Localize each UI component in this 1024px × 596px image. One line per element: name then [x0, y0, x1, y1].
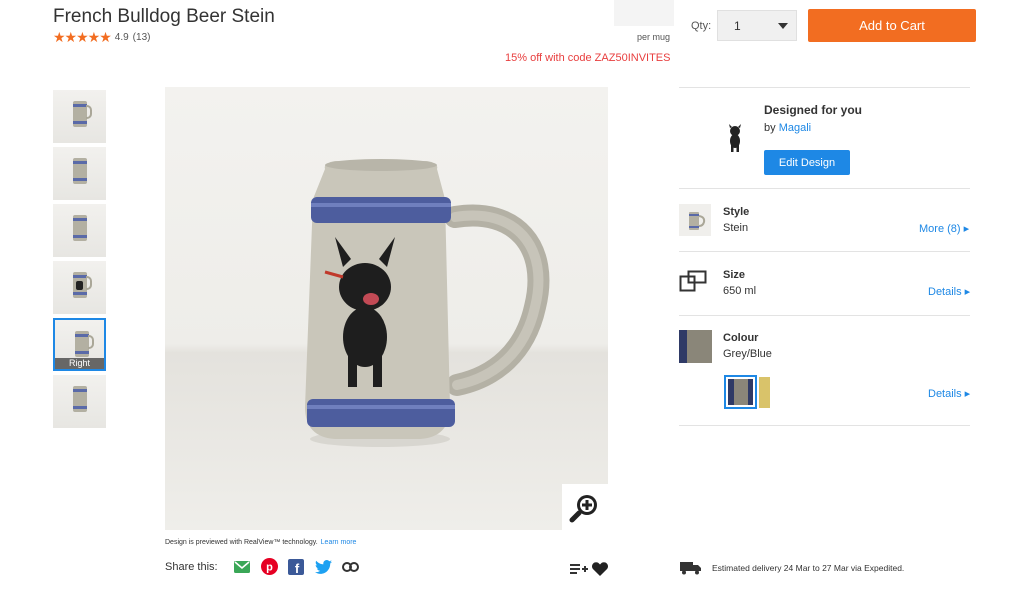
divider: [679, 188, 970, 189]
facebook-icon[interactable]: f: [288, 558, 305, 575]
colour-preview-swatch: [679, 330, 712, 368]
swatch-grey-part: [734, 379, 748, 405]
rating-value: 4.9: [114, 31, 129, 43]
divider: [679, 315, 970, 316]
zoom-button[interactable]: [562, 484, 608, 530]
product-rating[interactable]: ★★★★★ 4.9 (13): [53, 30, 150, 44]
style-value: Stein: [723, 222, 749, 234]
mug-thumbnail-image: [73, 158, 87, 184]
thumbnail-label: Right: [55, 358, 104, 369]
share-bar: Share this: p f: [165, 558, 359, 575]
colour-label: Colour: [723, 332, 759, 344]
swatch-fill: [728, 379, 753, 405]
product-title: French Bulldog Beer Stein: [53, 6, 275, 27]
qty-value: 1: [734, 18, 741, 33]
style-more-link[interactable]: More (8) ▸: [919, 222, 969, 235]
colour-swatch-grey-blue[interactable]: [724, 375, 757, 409]
review-count[interactable]: (13): [133, 32, 151, 43]
designer-avatar[interactable]: [727, 124, 743, 152]
zoom-in-icon: [569, 495, 597, 523]
add-to-cart-button[interactable]: Add to Cart: [808, 9, 976, 42]
mug-thumbnail-image: [73, 215, 87, 241]
price-unit: per mug: [637, 32, 671, 42]
mug-thumbnail-image: [73, 101, 87, 127]
designer-title: Designed for you: [764, 103, 863, 117]
designer-info: Designed for you by Magali: [764, 103, 862, 134]
beer-stein-illustration: [305, 159, 550, 447]
style-label: Style: [723, 206, 750, 218]
learn-more-link[interactable]: Learn more: [321, 539, 357, 546]
rating-stars: ★★★★★: [53, 29, 112, 45]
designer-name-link[interactable]: Magali: [779, 122, 811, 134]
email-icon[interactable]: [234, 558, 251, 575]
size-details-link[interactable]: Details ▸: [928, 285, 970, 298]
link-icon[interactable]: [341, 558, 359, 575]
size-value: 650 ml: [723, 285, 757, 297]
qty-label: Qty:: [691, 20, 712, 32]
edit-design-button[interactable]: Edit Design: [764, 150, 850, 175]
realview-text: Design is previewed with RealView™ techn…: [165, 539, 318, 546]
pinterest-icon[interactable]: p: [260, 558, 278, 575]
delivery-text: Estimated delivery 24 Mar to 27 Mar via …: [712, 563, 905, 573]
divider: [679, 251, 970, 252]
colour-swatch-gold[interactable]: [759, 377, 770, 408]
thumbnail-5[interactable]: Right: [53, 318, 106, 371]
delivery-estimate: Estimated delivery 24 Mar to 27 Mar via …: [680, 561, 904, 575]
price-box: [614, 0, 674, 26]
style-thumbnail[interactable]: [679, 204, 711, 241]
thumbnail-1[interactable]: [53, 90, 106, 143]
divider: [679, 87, 970, 88]
by-text: by: [764, 122, 776, 134]
colour-value: Grey/Blue: [723, 348, 772, 360]
main-product-image[interactable]: [165, 87, 608, 530]
thumbnail-4[interactable]: [53, 261, 106, 314]
add-to-list-icon[interactable]: [570, 562, 588, 581]
swatch-blue-part: [748, 379, 753, 405]
thumbnail-6[interactable]: [53, 375, 106, 428]
thumbnail-list: Right: [53, 90, 106, 432]
share-label: Share this:: [165, 560, 218, 573]
realview-note: Design is previewed with RealView™ techn…: [165, 539, 356, 546]
mug-thumbnail-image: [73, 386, 87, 412]
mug-handle-shape: [86, 105, 92, 119]
designer-byline: by Magali: [764, 122, 862, 134]
size-icon: [679, 270, 707, 297]
mug-thumbnail-image: [75, 331, 89, 357]
svg-text:p: p: [266, 562, 273, 574]
product-actions: [570, 562, 608, 581]
thumbnail-3[interactable]: [53, 204, 106, 257]
truck-icon: [680, 562, 701, 575]
qty-select[interactable]: 1: [717, 10, 797, 41]
svg-text:f: f: [295, 561, 300, 575]
twitter-icon[interactable]: [314, 558, 332, 575]
mug-handle-shape: [86, 276, 92, 290]
promo-text: 15% off with code ZAZ50INVITES: [505, 52, 671, 64]
heart-icon[interactable]: [592, 562, 608, 581]
thumbnail-2[interactable]: [53, 147, 106, 200]
mug-handle-shape: [88, 335, 94, 349]
size-label: Size: [723, 269, 746, 281]
colour-details-link[interactable]: Details ▸: [928, 387, 970, 400]
divider: [679, 425, 970, 426]
caret-down-icon: [778, 23, 788, 29]
dog-thumbnail-image: [76, 281, 83, 290]
